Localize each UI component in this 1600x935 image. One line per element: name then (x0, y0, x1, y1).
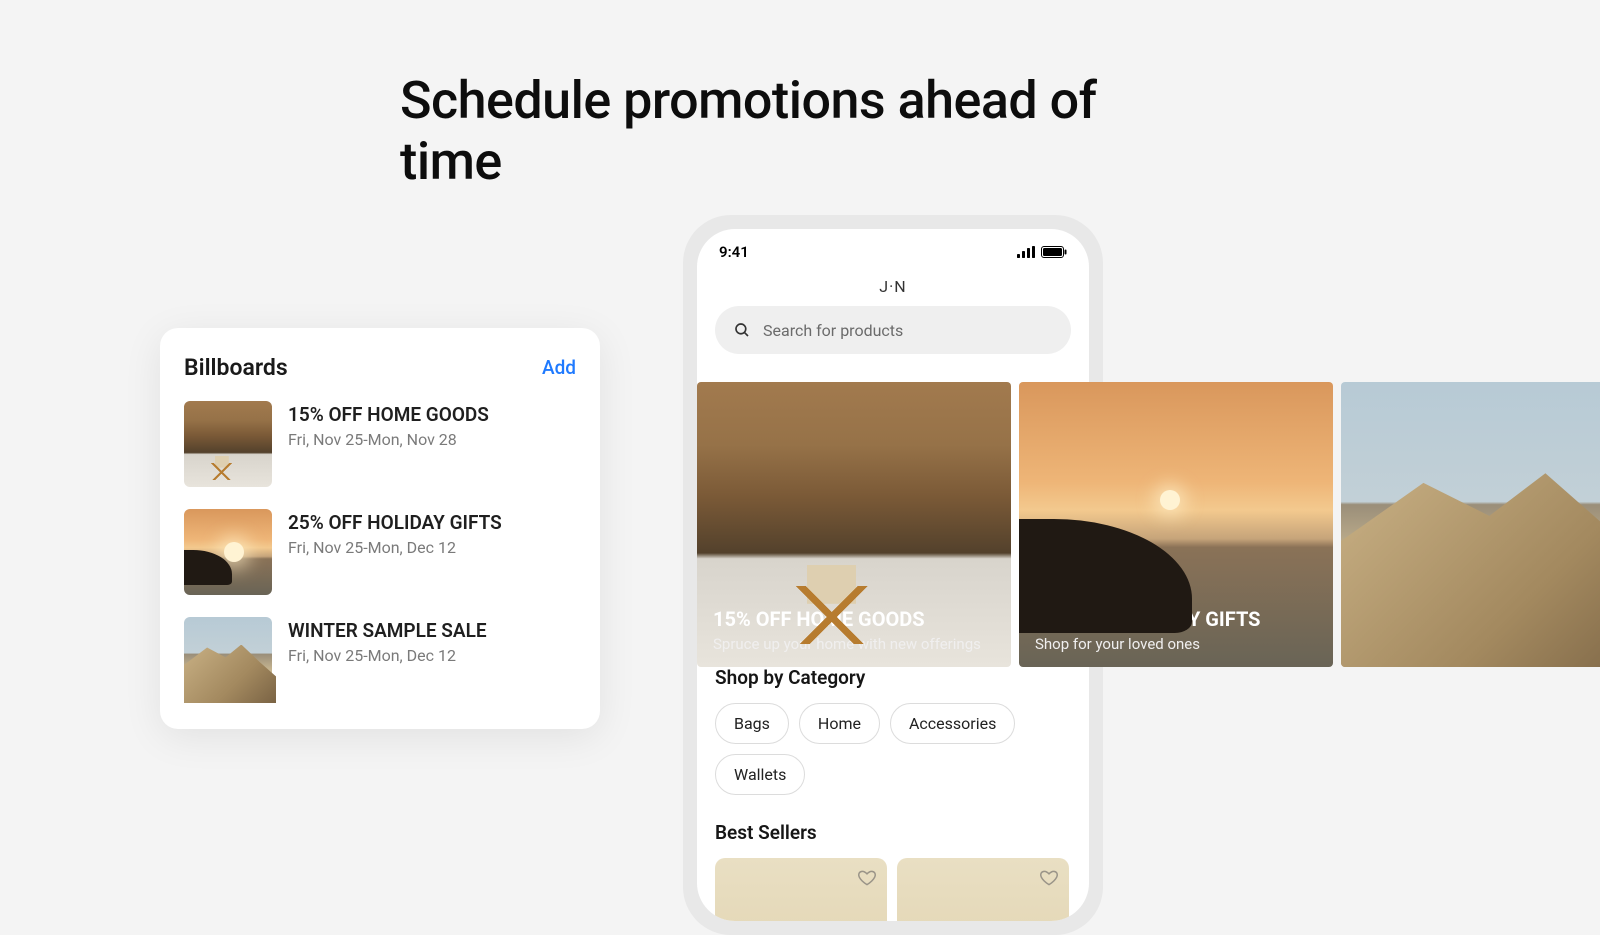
search-placeholder: Search for products (763, 321, 903, 340)
promo-card[interactable]: 25% OFF HOLIDAY GIFTS Shop for your love… (1019, 382, 1333, 667)
billboard-item[interactable]: 25% OFF HOLIDAY GIFTS Fri, Nov 25-Mon, D… (184, 509, 576, 595)
billboard-text: 25% OFF HOLIDAY GIFTS Fri, Nov 25-Mon, D… (288, 509, 502, 595)
category-chip-wallets[interactable]: Wallets (715, 754, 805, 795)
billboard-item-title: WINTER SAMPLE SALE (288, 619, 487, 642)
page-title: Schedule promotions ahead of time (400, 70, 1200, 192)
category-chip-bags[interactable]: Bags (715, 703, 789, 744)
status-bar: 9:41 (697, 229, 1089, 265)
billboards-panel: Billboards Add 15% OFF HOME GOODS Fri, N… (160, 328, 600, 729)
search-bar[interactable]: Search for products (715, 306, 1071, 354)
search-icon (733, 321, 751, 339)
promo-title: WINTER SAMPLE SALE (1357, 607, 1600, 631)
promo-overlay: 25% OFF HOLIDAY GIFTS Shop for your love… (1035, 607, 1317, 653)
billboard-text: WINTER SAMPLE SALE Fri, Nov 25-Mon, Dec … (288, 617, 487, 703)
best-sellers-label: Best Sellers (715, 821, 1071, 844)
status-indicators (1017, 246, 1067, 258)
promo-card[interactable]: WINTER SAMPLE SALE Shop one of a kind pi… (1341, 382, 1600, 667)
billboard-item[interactable]: 15% OFF HOME GOODS Fri, Nov 25-Mon, Nov … (184, 401, 576, 487)
promo-subtitle: Spruce up your home with new offerings (713, 635, 995, 653)
promo-subtitle: Shop for your loved ones (1035, 635, 1317, 653)
shop-by-category-section: Shop by Category Bags Home Accessories W… (715, 666, 1071, 921)
product-card[interactable] (715, 858, 887, 921)
app-logo: J·N (697, 265, 1089, 306)
add-button[interactable]: Add (542, 356, 576, 379)
promo-subtitle: Shop one of a kind pieces (1357, 635, 1600, 653)
billboard-thumb (184, 401, 272, 487)
promo-overlay: WINTER SAMPLE SALE Shop one of a kind pi… (1357, 607, 1600, 653)
status-time: 9:41 (719, 243, 749, 261)
category-chip-home[interactable]: Home (799, 703, 880, 744)
billboard-item-title: 15% OFF HOME GOODS (288, 403, 489, 426)
billboard-text: 15% OFF HOME GOODS Fri, Nov 25-Mon, Nov … (288, 401, 489, 487)
promo-title: 15% OFF HOME GOODS (713, 607, 995, 631)
billboard-item[interactable]: WINTER SAMPLE SALE Fri, Nov 25-Mon, Dec … (184, 617, 576, 703)
category-chip-accessories[interactable]: Accessories (890, 703, 1015, 744)
category-chip-row: Bags Home Accessories Wallets (715, 703, 1071, 795)
battery-icon (1041, 246, 1067, 258)
cellular-signal-icon (1017, 246, 1035, 258)
billboard-item-date: Fri, Nov 25-Mon, Dec 12 (288, 646, 487, 665)
billboards-title: Billboards (184, 354, 288, 381)
promo-title: 25% OFF HOLIDAY GIFTS (1035, 607, 1317, 631)
shop-by-category-label: Shop by Category (715, 666, 1071, 689)
promo-overlay: 15% OFF HOME GOODS Spruce up your home w… (713, 607, 995, 653)
heart-icon[interactable] (857, 868, 877, 892)
heart-icon[interactable] (1039, 868, 1059, 892)
promo-carousel[interactable]: 15% OFF HOME GOODS Spruce up your home w… (697, 382, 1600, 667)
billboard-item-title: 25% OFF HOLIDAY GIFTS (288, 511, 502, 534)
billboard-item-date: Fri, Nov 25-Mon, Dec 12 (288, 538, 502, 557)
billboard-thumb (184, 509, 272, 595)
products-row (715, 858, 1071, 921)
product-card[interactable] (897, 858, 1069, 921)
billboard-thumb (184, 617, 272, 703)
billboards-header: Billboards Add (184, 354, 576, 381)
promo-card[interactable]: 15% OFF HOME GOODS Spruce up your home w… (697, 382, 1011, 667)
billboard-item-date: Fri, Nov 25-Mon, Nov 28 (288, 430, 489, 449)
